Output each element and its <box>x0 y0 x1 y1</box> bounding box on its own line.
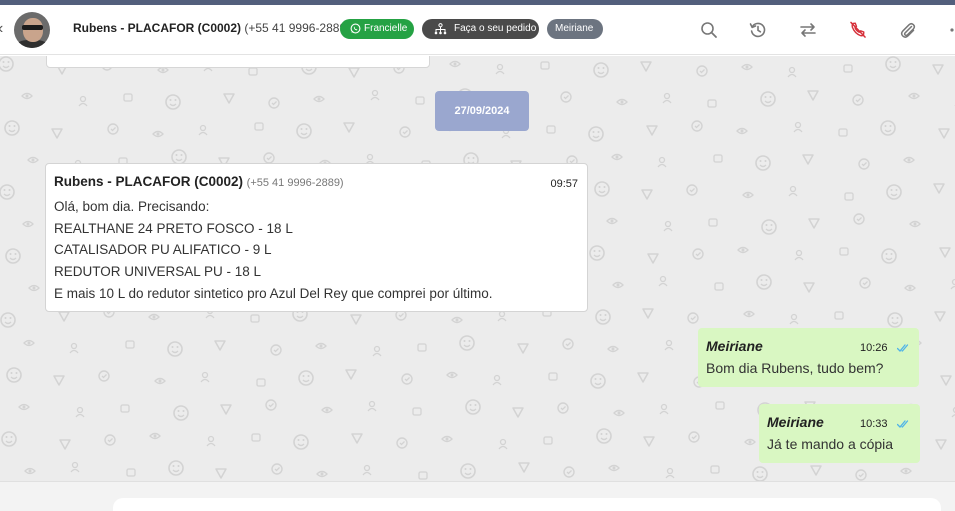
search-icon[interactable] <box>700 21 718 39</box>
outgoing-sender: Meiriane <box>767 414 824 430</box>
contact-phone: (+55 41 9996-2889) <box>244 21 351 35</box>
chat-header: ‹ Rubens - PLACAFOR (C0002) (+55 41 9996… <box>0 5 955 55</box>
outgoing-message[interactable]: Meiriane 10:33 Já te mando a cópia <box>759 404 920 463</box>
incoming-header: Rubens - PLACAFOR (C0002) (+55 41 9996-2… <box>54 174 579 196</box>
agent-tag[interactable]: Meiriane <box>547 19 603 39</box>
more-icon[interactable] <box>947 21 955 39</box>
message-line: CATALISADOR PU ALIFATICO - 9 L <box>54 242 272 258</box>
whatsapp-tag-label: Francielle <box>364 23 408 34</box>
whatsapp-icon <box>350 23 361 34</box>
incoming-message[interactable]: Rubens - PLACAFOR (C0002) (+55 41 9996-2… <box>45 163 588 312</box>
message-composer[interactable] <box>113 498 941 511</box>
message-line: REDUTOR UNIVERSAL PU - 18 L <box>54 264 262 280</box>
outgoing-text: Já te mando a cópia <box>767 436 894 452</box>
history-icon[interactable] <box>749 21 767 39</box>
read-ticks-icon <box>897 344 909 352</box>
incoming-phone: (+55 41 9996-2889) <box>246 177 344 189</box>
outgoing-time: 10:33 <box>860 418 888 430</box>
outgoing-message[interactable]: Meiriane 10:26 Bom dia Rubens, tudo bem? <box>698 328 919 387</box>
read-ticks-icon <box>897 420 909 428</box>
transfer-icon[interactable] <box>799 21 817 39</box>
previous-message-bubble <box>46 56 430 68</box>
incoming-time: 09:57 <box>550 178 578 190</box>
chevron-left-icon[interactable]: ‹ <box>0 19 8 39</box>
chat-area[interactable]: 27/09/2024 Rubens - PLACAFOR (C0002) (+5… <box>0 56 955 481</box>
composer-bar <box>0 481 955 511</box>
whatsapp-connection-tag[interactable]: Francielle <box>340 19 414 39</box>
hangup-icon[interactable] <box>849 21 867 39</box>
message-line: Olá, bom dia. Precisando: <box>54 199 210 214</box>
contact-title[interactable]: Rubens - PLACAFOR (C0002) (+55 41 9996-2… <box>73 21 350 35</box>
order-tag-label: Faça o seu pedido <box>454 23 537 34</box>
outgoing-sender: Meiriane <box>706 338 763 354</box>
outgoing-time: 10:26 <box>860 342 888 354</box>
agent-tag-label: Meiriane <box>555 23 594 34</box>
attach-icon[interactable] <box>899 21 917 39</box>
avatar[interactable] <box>14 12 50 48</box>
sitemap-icon <box>434 23 447 35</box>
message-line: E mais 10 L do redutor sintetico pro Azu… <box>54 285 493 301</box>
outgoing-text: Bom dia Rubens, tudo bem? <box>706 360 884 376</box>
message-line: REALTHANE 24 PRETO FOSCO - 18 L <box>54 220 293 236</box>
order-tag[interactable]: Faça o seu pedido <box>422 19 539 39</box>
contact-name: Rubens - PLACAFOR (C0002) <box>73 21 242 35</box>
incoming-sender: Rubens - PLACAFOR (C0002) <box>54 174 244 189</box>
date-separator: 27/09/2024 <box>435 91 529 131</box>
